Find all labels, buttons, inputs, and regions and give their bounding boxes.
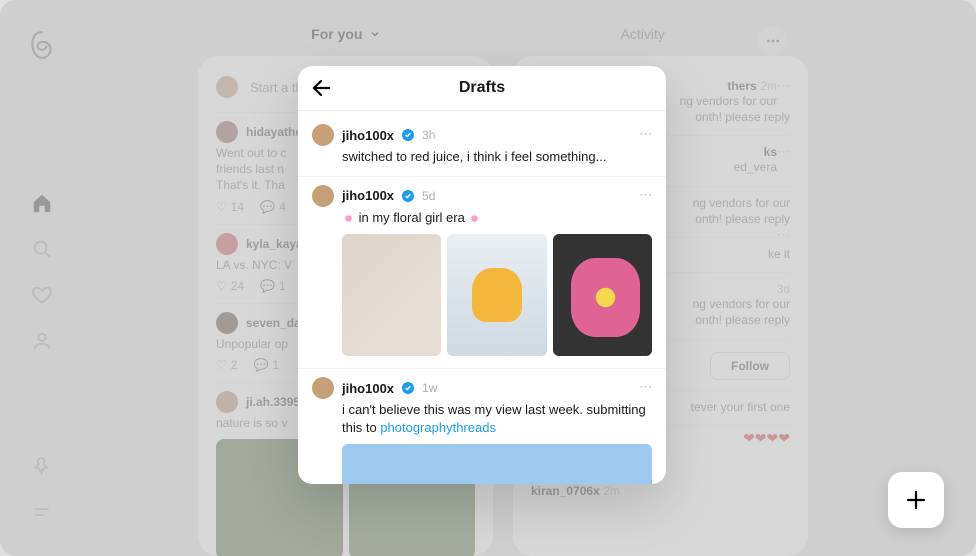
- username: jiho100x: [342, 188, 394, 203]
- draft-images: [342, 234, 652, 356]
- draft-item[interactable]: ⋯ jiho100x 3h switched to red juice, i t…: [298, 116, 666, 176]
- drafts-modal: Drafts ⋯ jiho100x 3h switched to red jui…: [298, 66, 666, 484]
- verified-badge-icon: [402, 382, 414, 394]
- new-post-fab[interactable]: [888, 472, 944, 528]
- left-nav-rail-overlay: [0, 0, 84, 556]
- avatar: [312, 124, 334, 146]
- username: jiho100x: [342, 381, 394, 396]
- draft-image[interactable]: [342, 444, 652, 484]
- draft-image[interactable]: [447, 234, 546, 356]
- draft-menu-icon[interactable]: ⋯: [639, 126, 652, 142]
- timestamp: 1w: [422, 381, 437, 395]
- username: jiho100x: [342, 128, 394, 143]
- flower-emoji-icon: [342, 212, 355, 225]
- draft-menu-icon[interactable]: ⋯: [639, 187, 652, 203]
- timestamp: 3h: [422, 128, 435, 142]
- verified-badge-icon: [402, 190, 414, 202]
- flower-emoji-icon: [468, 212, 481, 225]
- draft-list: ⋯ jiho100x 3h switched to red juice, i t…: [298, 110, 666, 484]
- verified-badge-icon: [402, 129, 414, 141]
- draft-body: in my floral girl era: [342, 209, 652, 227]
- avatar: [312, 377, 334, 399]
- draft-body: i can't believe this was my view last we…: [342, 401, 652, 436]
- draft-menu-icon[interactable]: ⋯: [639, 379, 652, 395]
- draft-item[interactable]: ⋯ jiho100x 5d in my floral girl era: [298, 176, 666, 369]
- timestamp: 5d: [422, 189, 435, 203]
- avatar: [312, 185, 334, 207]
- modal-header: Drafts: [298, 66, 666, 110]
- draft-item[interactable]: ⋯ jiho100x 1w i can't believe this was m…: [298, 368, 666, 484]
- draft-image[interactable]: [553, 234, 652, 356]
- draft-body: switched to red juice, i think i feel so…: [342, 148, 652, 166]
- back-button[interactable]: [310, 66, 334, 110]
- modal-title: Drafts: [459, 79, 505, 97]
- draft-image[interactable]: [342, 234, 441, 356]
- hashtag-link[interactable]: photographythreads: [380, 420, 496, 435]
